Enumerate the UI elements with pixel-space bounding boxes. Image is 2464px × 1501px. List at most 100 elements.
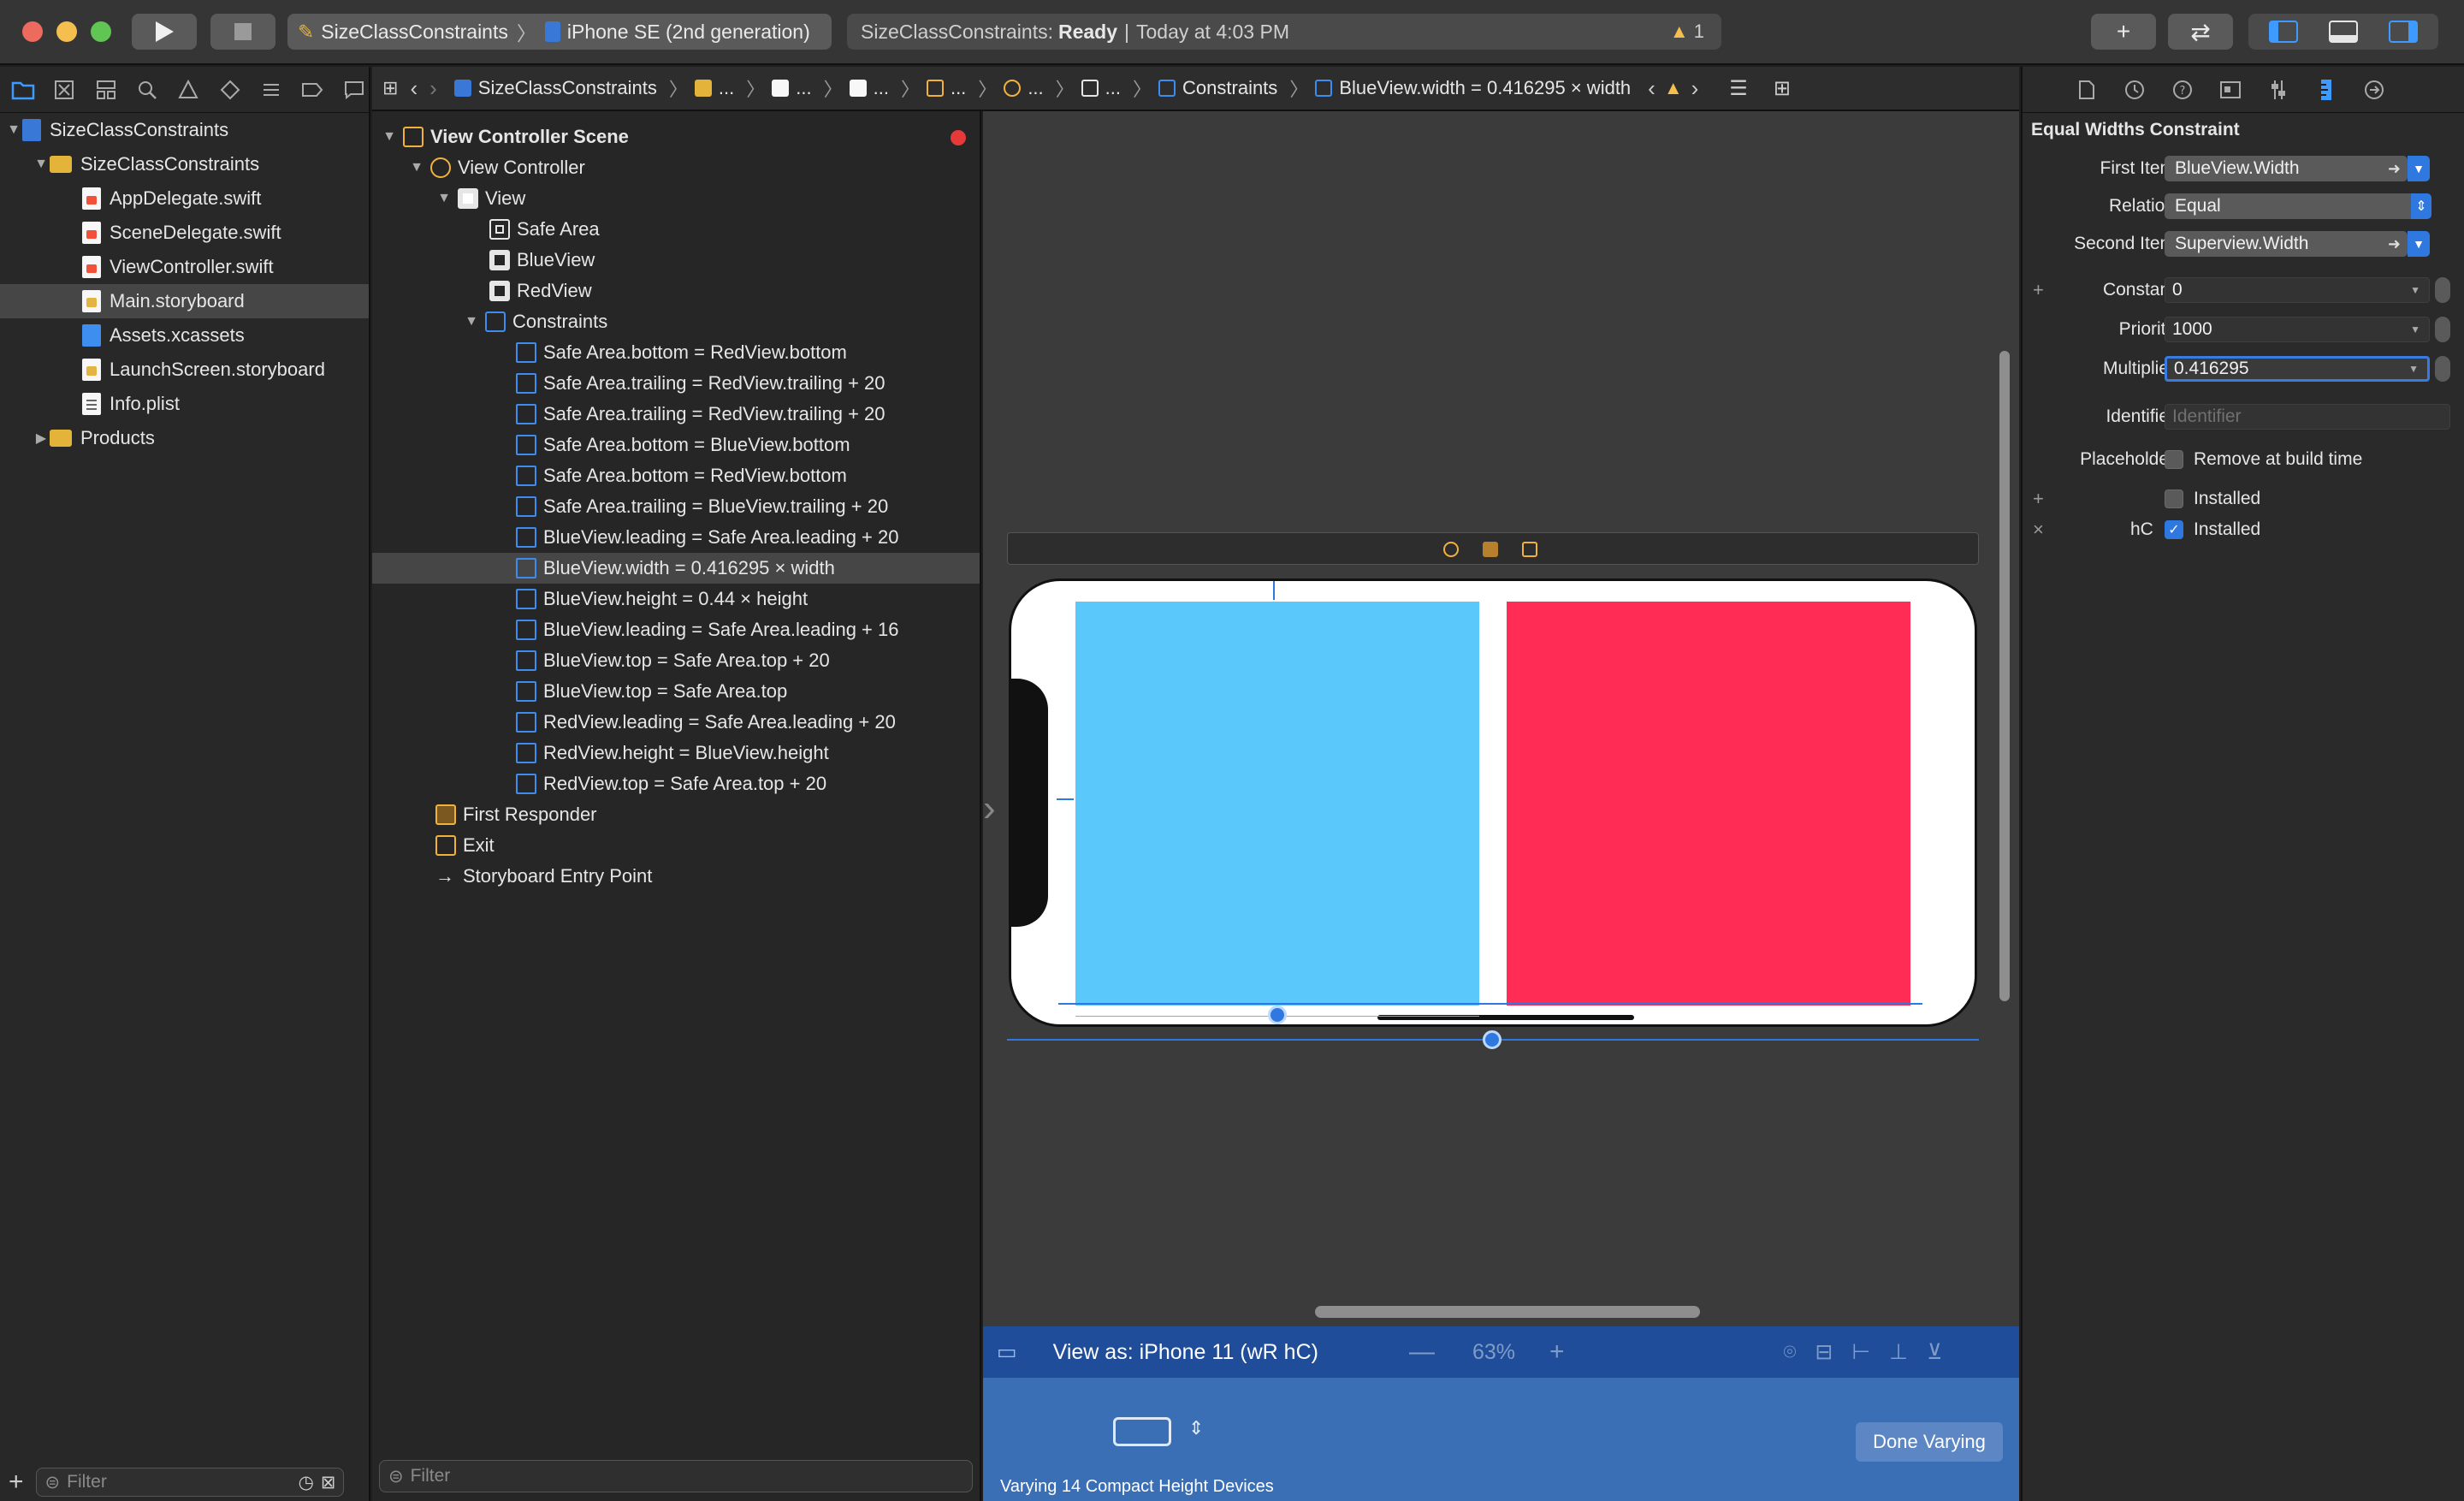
resolve-issues-icon[interactable]: ⊻ xyxy=(1927,1339,1942,1365)
width-constraint-handle[interactable] xyxy=(1483,1030,1502,1049)
close-window-button[interactable] xyxy=(22,21,43,42)
chevron-down-icon[interactable]: ▼ xyxy=(2410,284,2420,296)
size-inspector-tab[interactable] xyxy=(2313,77,2339,103)
attributes-inspector-tab[interactable] xyxy=(2266,77,2291,103)
constraint-row[interactable]: Safe Area.bottom = BlueView.bottom xyxy=(372,430,980,460)
tree-item-scenedelegate[interactable]: SceneDelegate.swift xyxy=(0,216,369,250)
add-variation-icon[interactable]: + xyxy=(2033,279,2044,301)
editor-options-icon[interactable]: ☰ xyxy=(1729,76,1748,101)
relation-popup[interactable]: Equal ⇕ xyxy=(2165,193,2431,219)
back-button[interactable]: ‹ xyxy=(410,75,418,102)
tree-item-launchscreen[interactable]: LaunchScreen.storyboard xyxy=(0,353,369,387)
tree-item-group[interactable]: ▼ SizeClassConstraints xyxy=(0,147,369,181)
chevron-updown-icon[interactable]: ⇕ xyxy=(1188,1417,1204,1439)
constraint-row[interactable]: RedView.leading = Safe Area.leading + 20 xyxy=(372,707,980,738)
constraint-row-selected[interactable]: BlueView.width = 0.416295 × width xyxy=(372,553,980,584)
issue-navigator-tab[interactable] xyxy=(174,74,203,105)
stop-button[interactable] xyxy=(210,14,275,50)
run-button[interactable] xyxy=(132,14,197,50)
constraint-row[interactable]: Safe Area.trailing = RedView.trailing + … xyxy=(372,368,980,399)
code-review-button[interactable]: ⇄ xyxy=(2168,14,2233,50)
warning-indicator[interactable]: ▲ 1 xyxy=(1670,21,1704,43)
add-variation-icon[interactable]: + xyxy=(2033,488,2044,510)
outline-first-responder[interactable]: First Responder xyxy=(372,799,980,830)
chevron-down-icon[interactable]: ▼ xyxy=(2408,156,2430,181)
next-issue-button[interactable]: › xyxy=(1691,75,1699,102)
tree-item-assets[interactable]: Assets.xcassets xyxy=(0,318,369,353)
priority-field[interactable]: 1000 ▼ xyxy=(2165,317,2430,342)
previous-issue-button[interactable]: ‹ xyxy=(1648,75,1656,102)
view-as-label[interactable]: View as: iPhone 11 (wR hC) xyxy=(1053,1340,1318,1365)
first-responder-icon[interactable] xyxy=(1483,542,1498,557)
tree-item-products[interactable]: ▶ Products xyxy=(0,421,369,455)
add-editor-icon[interactable]: ⊞ xyxy=(1774,76,1791,101)
warning-icon[interactable]: ▲ xyxy=(1664,77,1683,99)
disclosure-closed-icon[interactable]: ▶ xyxy=(33,430,50,447)
source-control-tab[interactable] xyxy=(50,74,79,105)
connections-inspector-tab[interactable] xyxy=(2361,77,2387,103)
multiplier-stepper[interactable] xyxy=(2435,356,2450,382)
done-varying-button[interactable]: Done Varying xyxy=(1856,1422,2003,1462)
disclosure-open-icon[interactable]: ▼ xyxy=(33,157,50,172)
zoom-window-button[interactable] xyxy=(91,21,111,42)
view-controller-icon[interactable] xyxy=(1443,542,1459,557)
scheme-selector[interactable]: ✎ SizeClassConstraints 〉 iPhone SE (2nd … xyxy=(287,14,832,50)
constraint-row[interactable]: BlueView.top = Safe Area.top xyxy=(372,676,980,707)
jump-view[interactable]: ... xyxy=(1081,77,1121,99)
constraint-row[interactable]: Safe Area.bottom = RedView.bottom xyxy=(372,460,980,491)
tree-item-main-storyboard[interactable]: Main.storyboard xyxy=(0,284,369,318)
chevron-down-icon[interactable]: ▼ xyxy=(2408,231,2430,257)
constraint-row[interactable]: Safe Area.trailing = BlueView.trailing +… xyxy=(372,491,980,522)
jump-project[interactable]: SizeClassConstraints xyxy=(453,77,657,99)
debug-navigator-tab[interactable] xyxy=(257,74,286,105)
constant-field[interactable]: 0 ▼ xyxy=(2165,277,2430,303)
constraint-row[interactable]: RedView.height = BlueView.height xyxy=(372,738,980,768)
first-item-popup[interactable]: BlueView.Width ➜ ▼ xyxy=(2165,156,2430,181)
outline-scene[interactable]: ▼ View Controller Scene xyxy=(372,122,980,152)
identifier-field[interactable]: Identifier xyxy=(2165,404,2450,430)
navigator-filter-input[interactable]: ⊜ Filter ◷ ⊠ xyxy=(35,1468,344,1497)
disclosure-open-icon[interactable]: ▼ xyxy=(5,122,22,138)
chevron-down-icon[interactable]: ▼ xyxy=(2410,323,2420,335)
quick-help-tab[interactable]: ? xyxy=(2170,77,2195,103)
outline-view-controller[interactable]: ▼ View Controller xyxy=(372,152,980,183)
outline-red-view[interactable]: RedView xyxy=(372,276,980,306)
identity-inspector-tab[interactable] xyxy=(2218,77,2243,103)
constraint-row[interactable]: Safe Area.bottom = RedView.bottom xyxy=(372,337,980,368)
related-items-icon[interactable]: ⊞ xyxy=(382,77,398,99)
test-navigator-tab[interactable] xyxy=(216,74,245,105)
remove-at-build-checkbox[interactable] xyxy=(2165,450,2183,469)
navigator-toggle-icon[interactable] xyxy=(2269,21,2298,43)
library-button[interactable]: + xyxy=(2091,14,2156,50)
disclosure-open-icon[interactable]: ▼ xyxy=(435,191,453,206)
outline-view[interactable]: ▼ View xyxy=(372,183,980,214)
outline-toggle-icon[interactable]: ▭ xyxy=(997,1339,1017,1365)
second-item-popup[interactable]: Superview.Width ➜ ▼ xyxy=(2165,231,2430,257)
tree-item-viewcontroller[interactable]: ViewController.swift xyxy=(0,250,369,284)
outline-safe-area[interactable]: Safe Area xyxy=(372,214,980,245)
report-navigator-tab[interactable] xyxy=(340,74,369,105)
zoom-out-button[interactable]: — xyxy=(1409,1338,1435,1367)
constraint-row[interactable]: RedView.top = Safe Area.top + 20 xyxy=(372,768,980,799)
outline-filter-input[interactable]: ⊜ Filter xyxy=(379,1460,973,1492)
jump-current-constraint[interactable]: BlueView.width = 0.416295 × width xyxy=(1315,77,1631,99)
file-inspector-tab[interactable] xyxy=(2074,77,2100,103)
forward-button[interactable]: › xyxy=(429,75,437,102)
recent-files-icon[interactable]: ◷ xyxy=(299,1472,314,1493)
installed-variant-checkbox[interactable]: ✓ xyxy=(2165,520,2183,539)
installed-checkbox[interactable] xyxy=(2165,489,2183,508)
breakpoint-navigator-tab[interactable] xyxy=(298,74,327,105)
jump-viewcontroller[interactable]: ... xyxy=(1004,77,1044,99)
error-indicator-icon[interactable] xyxy=(951,130,966,145)
inspector-toggle-icon[interactable] xyxy=(2389,21,2418,43)
add-file-button[interactable]: + xyxy=(9,1468,24,1497)
outline-blue-view[interactable]: BlueView xyxy=(372,245,980,276)
outline-constraints-group[interactable]: ▼ Constraints xyxy=(372,306,980,337)
constraint-line[interactable] xyxy=(1058,1003,1922,1005)
constant-stepper[interactable] xyxy=(2435,277,2450,303)
constraint-row[interactable]: BlueView.leading = Safe Area.leading + 1… xyxy=(372,614,980,645)
project-navigator-tab[interactable] xyxy=(9,74,38,105)
blue-view[interactable] xyxy=(1075,602,1479,1006)
storyboard-canvas[interactable]: › xyxy=(983,111,2019,1326)
zoom-in-button[interactable]: + xyxy=(1549,1338,1565,1367)
